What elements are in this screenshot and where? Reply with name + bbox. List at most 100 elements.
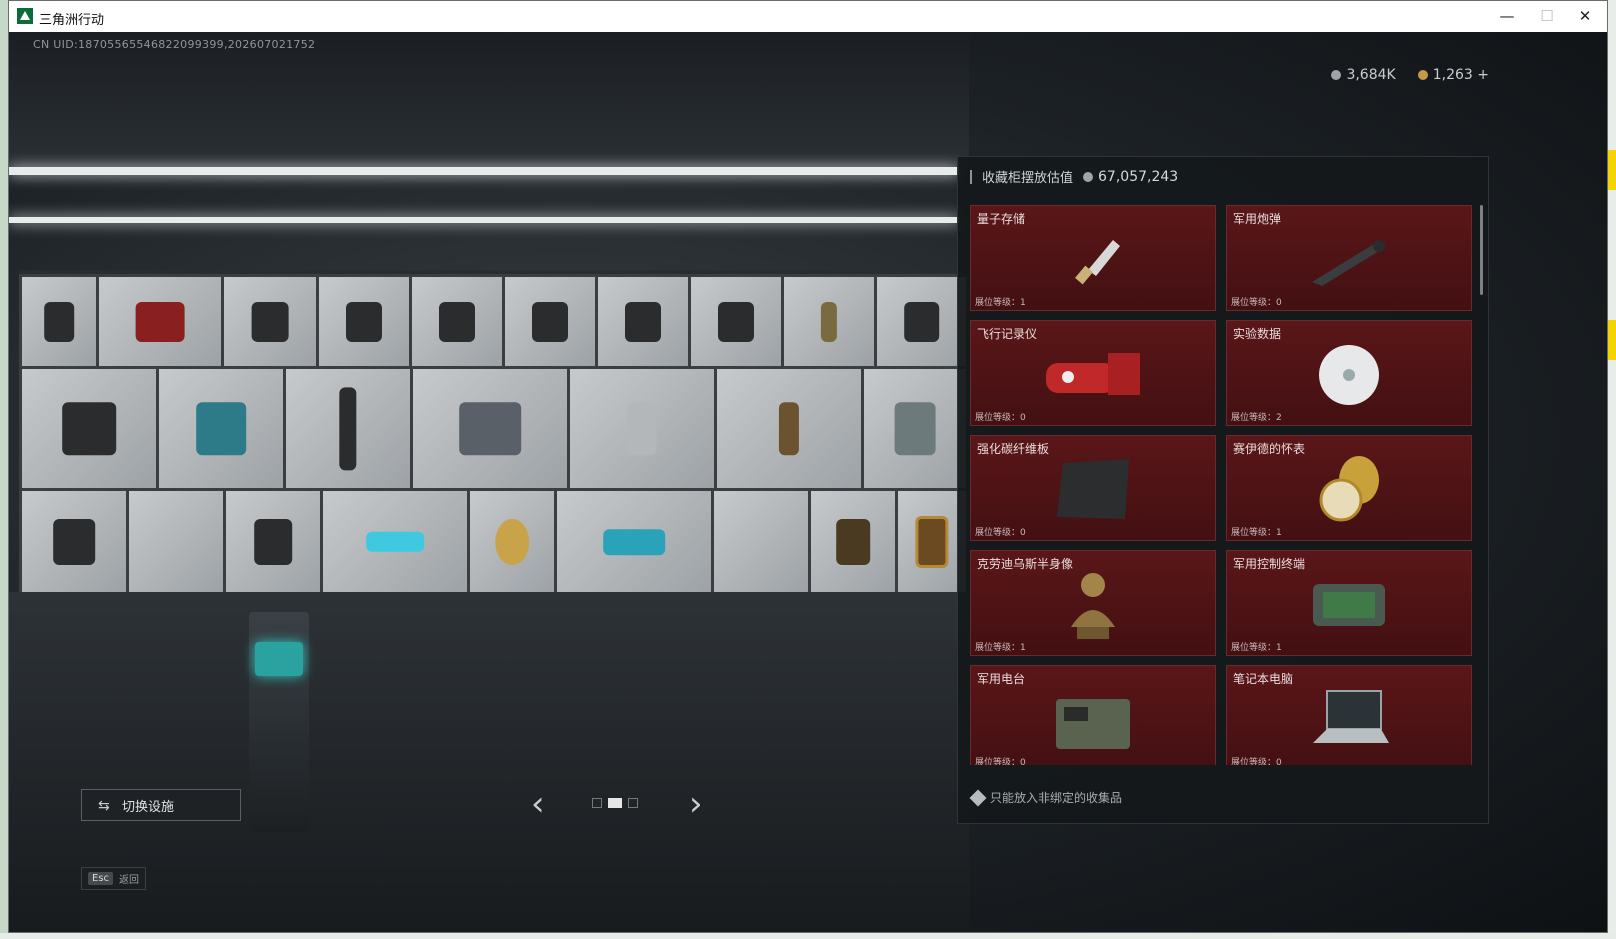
military-radio-icon (1048, 685, 1138, 759)
ceiling-decor (9, 32, 969, 167)
shelf-slot[interactable] (688, 274, 784, 369)
page-dot[interactable] (592, 798, 602, 808)
shelf-slot[interactable] (874, 274, 969, 369)
collectible-model (251, 301, 289, 342)
collectible-model (894, 401, 936, 456)
carbon-plate-icon (1053, 457, 1133, 527)
display-level: 展位等级：1 (1231, 528, 1282, 538)
close-button[interactable]: ✕ (1565, 5, 1605, 27)
collectible-card[interactable]: 克劳迪乌斯半身像 展位等级：1 (970, 550, 1216, 656)
shelf-slot[interactable] (156, 366, 286, 491)
shelf-slot[interactable] (467, 488, 557, 596)
page-dot-active[interactable] (608, 798, 622, 808)
gold-coin-icon (1417, 70, 1428, 80)
page-dot[interactable] (628, 798, 638, 808)
grid-scrollbar[interactable] (1480, 205, 1483, 295)
collectible-model (532, 301, 568, 342)
collectible-model (495, 519, 529, 565)
collectible-card[interactable]: 强化碳纤维板 展位等级：0 (970, 435, 1216, 541)
display-level: 展位等级：2 (1231, 413, 1282, 423)
gold-currency: 1,263 + (1417, 67, 1489, 83)
shelf-slot[interactable] (502, 274, 598, 369)
collectible-model (44, 301, 74, 342)
esc-back-button[interactable]: Esc 返回 (81, 867, 147, 890)
shelf-slot[interactable] (714, 366, 864, 491)
shelf-slot[interactable] (19, 274, 99, 369)
shelf-slot[interactable] (861, 366, 969, 491)
title-bar: 三角洲行动 — ☐ ✕ (9, 1, 1607, 32)
edge-highlight (1608, 150, 1616, 190)
collection-panel: 收藏柜摆放估值 67,057,243 量子存储 展位等级：1 军用炮弹 展位等级… (957, 156, 1489, 824)
shelf-slot[interactable] (595, 274, 691, 369)
collectible-model (346, 301, 382, 342)
collectible-model (915, 516, 949, 568)
shelf-slot[interactable] (19, 366, 159, 491)
display-level: 展位等级：0 (975, 528, 1026, 538)
collectible-model (820, 301, 838, 342)
collectible-card[interactable]: 实验数据 展位等级：2 (1226, 320, 1472, 426)
collectible-model (459, 401, 521, 456)
collectible-card[interactable]: 赛伊德的怀表 展位等级：1 (1226, 435, 1472, 541)
collectible-grid: 量子存储 展位等级：1 军用炮弹 展位等级：0 飞行记录仪 展位等级：0 实验数… (970, 205, 1474, 765)
collectible-name: 赛伊德的怀表 (1233, 442, 1306, 456)
swap-arrows-icon: ⇆ (98, 798, 110, 814)
currency-bar: 3,684K 1,263 + (1331, 67, 1489, 83)
collectible-model (254, 519, 292, 565)
collectible-model (903, 301, 940, 342)
placement-note: 只能放入非绑定的收集品 (969, 789, 1122, 806)
shelf-slot[interactable] (410, 366, 570, 491)
flight-recorder-icon (1038, 345, 1148, 409)
shelf-slot[interactable] (567, 366, 717, 491)
control-terminal[interactable] (249, 612, 309, 832)
control-terminal-icon (1309, 580, 1389, 634)
prev-page-arrow-icon[interactable]: ‹ (531, 787, 545, 821)
collectible-model (135, 301, 185, 342)
shelf-slot[interactable] (316, 274, 412, 369)
shelf-slot[interactable] (283, 366, 413, 491)
collectible-model (778, 401, 800, 456)
collectible-name: 实验数据 (1233, 327, 1282, 341)
shelf-slot[interactable] (409, 274, 505, 369)
collectible-name: 克劳迪乌斯半身像 (977, 557, 1074, 571)
shelf-slot[interactable] (781, 274, 877, 369)
shelf-slot[interactable] (96, 274, 224, 369)
collectible-card[interactable]: 飞行记录仪 展位等级：0 (970, 320, 1216, 426)
shelf-slot[interactable] (711, 488, 811, 596)
switch-facility-label: 切换设施 (122, 799, 175, 815)
header-accent-bar (970, 169, 972, 184)
add-currency-button[interactable]: + (1477, 67, 1489, 83)
display-level: 展位等级：0 (1231, 758, 1282, 765)
maximize-button[interactable]: ☐ (1527, 5, 1567, 27)
shelf-slot[interactable] (320, 488, 470, 596)
collectible-card[interactable]: 量子存储 展位等级：1 (970, 205, 1216, 311)
valuation: 67,057,243 (1083, 169, 1178, 185)
shelf-slot[interactable] (223, 488, 323, 596)
minimize-button[interactable]: — (1487, 5, 1527, 27)
display-level: 展位等级：0 (1231, 298, 1282, 308)
gold-amount: 1,263 (1432, 67, 1473, 83)
next-page-arrow-icon[interactable]: › (689, 787, 703, 821)
collectible-name: 军用控制终端 (1233, 557, 1306, 571)
display-level: 展位等级：1 (975, 298, 1026, 308)
shelf-slot[interactable] (126, 488, 226, 596)
collectible-card[interactable]: 笔记本电脑 展位等级：0 (1226, 665, 1472, 765)
collectible-model (196, 401, 246, 456)
shelf-slot[interactable] (554, 488, 714, 596)
collectible-card[interactable]: 军用炮弹 展位等级：0 (1226, 205, 1472, 311)
display-level: 展位等级：0 (975, 758, 1026, 765)
switch-facility-button[interactable]: ⇆ 切换设施 (81, 789, 241, 821)
collectible-card[interactable]: 军用控制终端 展位等级：1 (1226, 550, 1472, 656)
collectible-model (627, 401, 657, 456)
edge-highlight (1608, 320, 1616, 360)
laptop-icon (1309, 687, 1389, 757)
shelf-slot[interactable] (19, 488, 129, 596)
terminal-screen (255, 642, 303, 676)
esc-key-hint: Esc (88, 872, 114, 885)
shelf-slot[interactable] (808, 488, 898, 596)
collectible-model (366, 531, 424, 553)
silver-coin-icon (1331, 70, 1342, 80)
collectible-card[interactable]: 军用电台 展位等级：0 (970, 665, 1216, 765)
collectible-name: 军用炮弹 (1233, 212, 1282, 226)
back-label: 返回 (119, 875, 140, 886)
shelf-slot[interactable] (221, 274, 319, 369)
